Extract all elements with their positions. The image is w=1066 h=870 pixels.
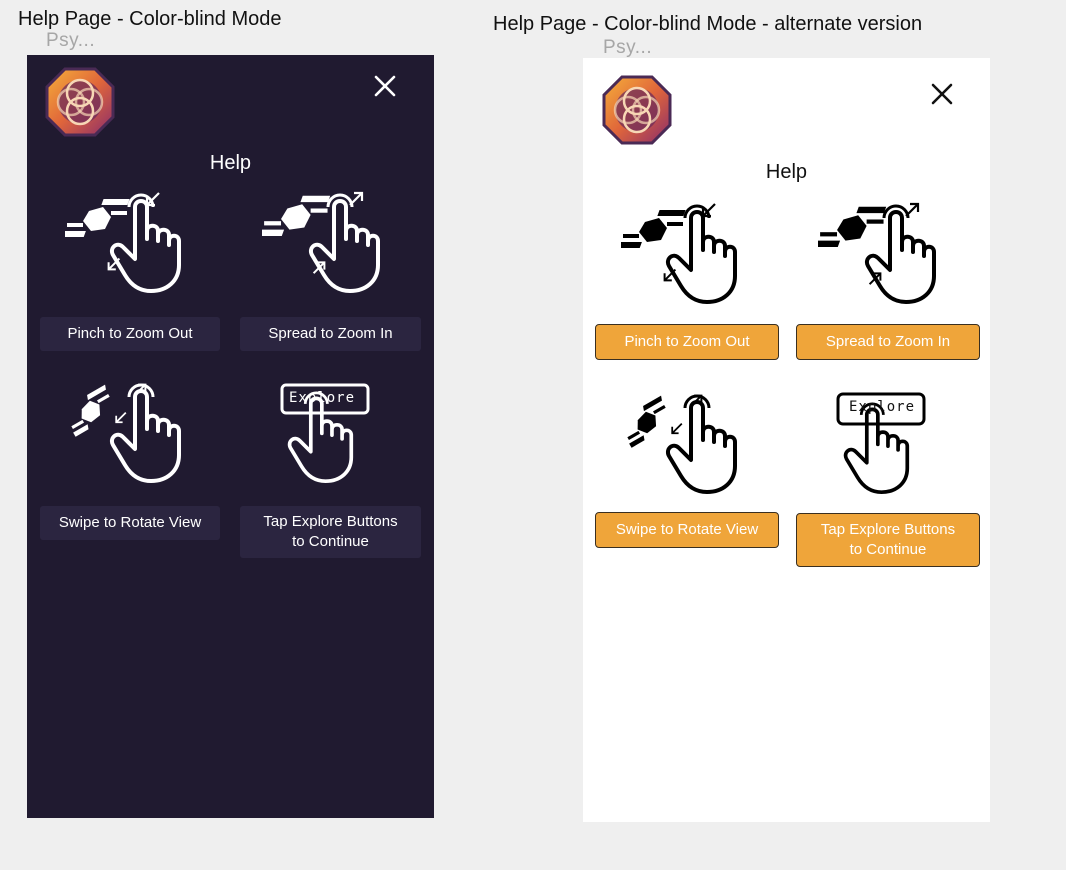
spread-zoom-in-button[interactable]: Spread to Zoom In [796, 324, 980, 360]
button-label: Tap Explore Buttons to Continue [263, 513, 398, 550]
pinch-gesture-icon [621, 202, 737, 304]
button-label: Spread to Zoom In [268, 325, 393, 342]
pinch-zoom-out-button[interactable]: Pinch to Zoom Out [40, 317, 220, 351]
button-label: Pinch to Zoom Out [624, 333, 750, 350]
swipe-gesture-icon [65, 383, 181, 483]
help-screen-light: Help Pinch to Zoom Out Spread to Zoom In… [583, 58, 990, 822]
tap-explore-button[interactable]: Tap Explore Buttons to Continue [240, 506, 421, 558]
frame-subtitle: Psy... [46, 30, 96, 51]
button-label: Pinch to Zoom Out [67, 325, 193, 342]
help-heading: Help [209, 152, 252, 174]
swipe-rotate-button[interactable]: Swipe to Rotate View [40, 506, 220, 540]
pinch-gesture-icon [65, 191, 181, 293]
spread-gesture-icon [262, 191, 380, 293]
explore-icon-text: Explore [289, 390, 356, 406]
pinch-zoom-out-button[interactable]: Pinch to Zoom Out [595, 324, 779, 360]
spread-gesture-icon [818, 202, 936, 304]
explore-icon-text: Explore [849, 399, 916, 415]
close-icon[interactable] [373, 74, 397, 98]
frame-subtitle: Psy... [603, 37, 653, 58]
button-label: Spread to Zoom In [825, 333, 951, 350]
frame-title: Help Page - Color-blind Mode - alternate… [493, 13, 923, 35]
button-label: Swipe to Rotate View [615, 521, 759, 538]
close-icon[interactable] [930, 82, 954, 106]
help-screen-dark: Help Pinch to Zoom Out Spread to Zoom In… [27, 55, 434, 818]
spread-zoom-in-button[interactable]: Spread to Zoom In [240, 317, 421, 351]
frame-title: Help Page - Color-blind Mode [18, 8, 282, 30]
app-logo-icon [45, 67, 115, 137]
help-heading: Help [765, 161, 808, 183]
app-logo-icon [602, 75, 672, 145]
button-label: Swipe to Rotate View [58, 514, 202, 531]
swipe-gesture-icon [621, 394, 737, 494]
swipe-rotate-button[interactable]: Swipe to Rotate View [595, 512, 779, 548]
tap-explore-button[interactable]: Tap Explore Buttons to Continue [796, 513, 980, 567]
button-label: Tap Explore Buttons to Continue [820, 521, 956, 558]
